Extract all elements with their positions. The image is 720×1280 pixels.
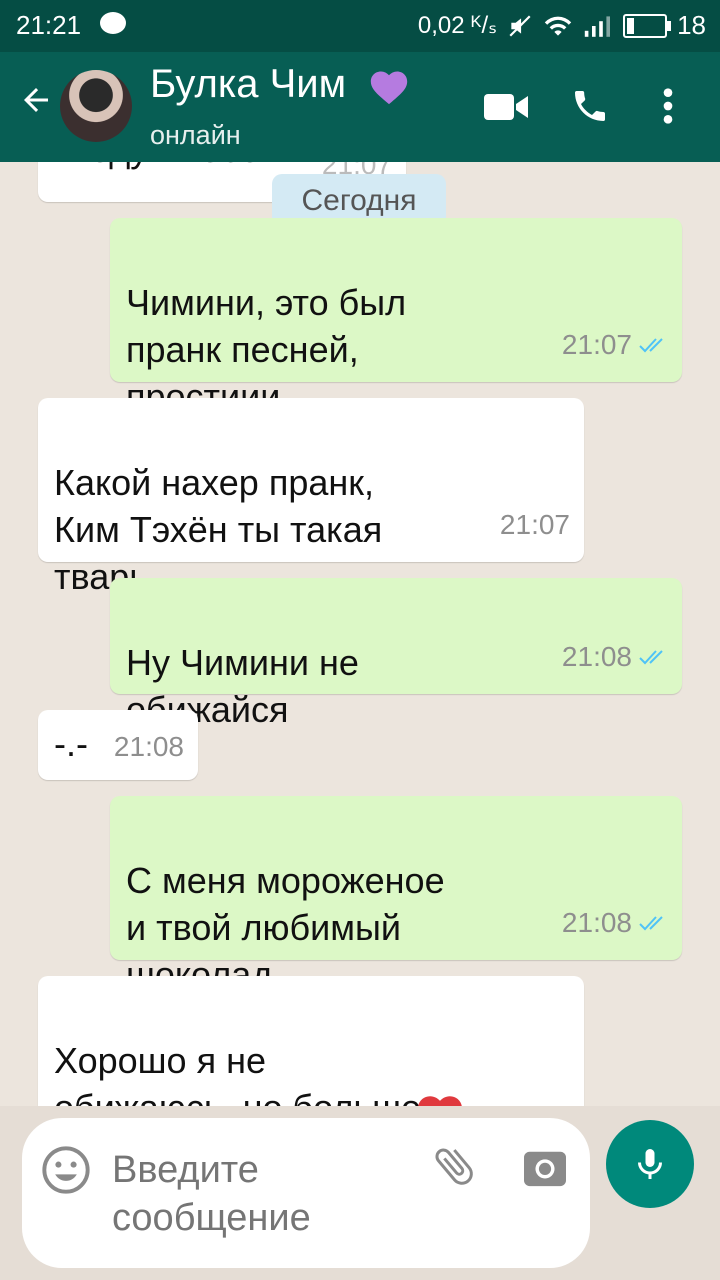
read-double-check-icon [639,649,663,664]
video-call-icon[interactable] [482,90,530,124]
message-time: 21:08 [561,907,632,938]
message-meta: 21:08 [562,633,668,680]
message-time: 21:08 [113,731,184,762]
net-speed: 0,02 ᴷ/ₛ [417,12,498,39]
battery-icon [623,13,672,38]
chat-area[interactable]: Я еду к тебе! 21:07 Сегодня Чимини, это … [0,162,720,1106]
compose-bar [0,1106,720,1280]
message-outgoing[interactable]: Чимини, это был пранк песней, простиии 2… [110,218,682,417]
message-notification-icon [100,12,126,34]
contact-name-wrap[interactable]: Булка Чим [150,62,411,107]
battery-percent: 18 [677,10,706,40]
message-outgoing[interactable]: Ну Чимини не обижайся 21:08 [110,578,682,730]
voice-call-icon[interactable] [570,86,610,126]
message-outgoing[interactable]: С меня мороженое и твой любимый шоколад … [110,796,682,995]
message-incoming[interactable]: -.- 21:08 [38,710,198,780]
message-text: Хорошо я не обижаюсь, но больше [54,1040,421,1106]
message-text: -.- [54,723,88,764]
message-time: 21:07 [561,329,632,360]
message-text: Я еду к тебе! [54,162,270,170]
message-input[interactable] [110,1144,414,1258]
message-incoming[interactable]: Хорошо я не обижаюсь, но больше [38,976,584,1106]
status-time: 21:21 [16,10,82,40]
message-meta: 21:08 [562,899,668,946]
message-time: 21:08 [561,641,632,672]
signal-icon [584,15,611,37]
status-right: 0,02 ᴷ/ₛ 18 [418,10,706,41]
attach-icon[interactable] [430,1142,478,1190]
wifi-icon [544,16,572,36]
chat-header: Булка Чим онлайн [0,52,720,162]
message-meta: 21:07 [500,501,570,548]
emoji-icon[interactable] [40,1144,92,1196]
contact-name: Булка Чим [150,62,347,106]
read-double-check-icon [639,337,663,352]
message-text: С меня мороженое и твой любимый шоколад [126,860,445,995]
status-bar: 21:21 0,02 ᴷ/ₛ 18 [0,0,720,52]
camera-icon[interactable] [522,1146,568,1188]
mute-icon [509,14,531,37]
message-text: Какой нахер пранк, Ким Тэхён ты такая тв… [54,462,383,597]
more-options-icon[interactable] [658,86,678,126]
contact-status: онлайн [150,120,241,150]
mic-icon [638,1149,662,1179]
message-time: 21:07 [499,509,570,540]
read-double-check-icon [639,915,663,930]
message-incoming[interactable]: Какой нахер пранк, Ким Тэхён ты такая тв… [38,398,584,597]
contact-avatar[interactable] [60,70,132,142]
purple-heart-icon [371,71,408,105]
message-meta: 21:08 [114,723,184,770]
red-heart-icon [418,1096,462,1106]
message-input-box[interactable] [22,1118,590,1268]
message-meta: 21:07 [562,321,668,368]
message-text: Чимини, это был пранк песней, простиии [126,282,407,417]
mic-button[interactable] [606,1120,694,1208]
back-arrow-icon[interactable] [18,82,54,118]
